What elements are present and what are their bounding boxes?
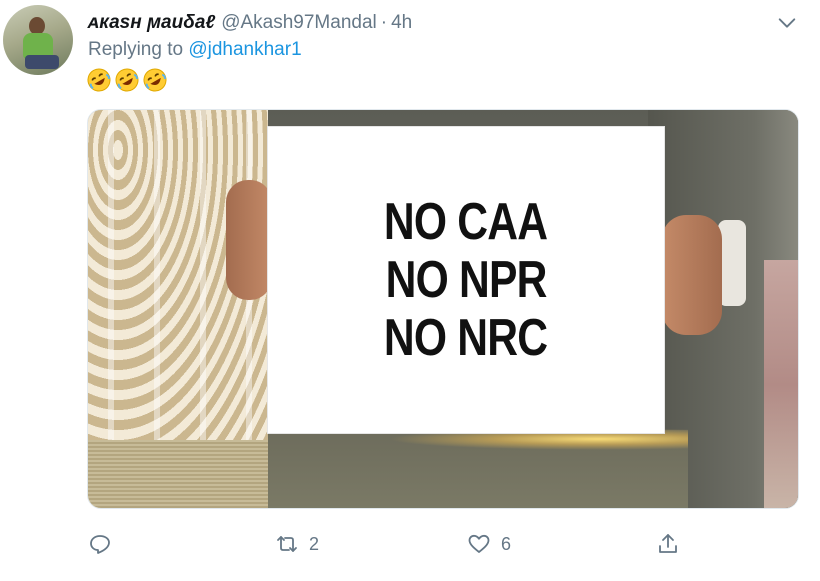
reply-icon — [90, 535, 110, 554]
placard: NO CAA NO NPR NO NRC — [268, 127, 664, 433]
reply-button[interactable] — [88, 526, 112, 562]
placard-line: NO NRC — [384, 309, 548, 367]
retweet-count: 2 — [309, 533, 320, 554]
heart-icon — [468, 534, 490, 553]
rolling-laughing-emoji-icon — [87, 68, 111, 92]
like-button[interactable]: 6 — [467, 526, 511, 562]
like-count: 6 — [501, 533, 512, 554]
tweet-text — [86, 67, 168, 93]
retweet-button[interactable]: 2 — [275, 526, 319, 562]
avatar[interactable] — [3, 5, 73, 75]
chevron-down-icon[interactable] — [776, 12, 798, 34]
tweet-header: ᴀкаѕн ϻаиδаℓ @Akash97Mandal · 4h — [88, 10, 412, 36]
share-button[interactable] — [656, 526, 680, 562]
rolling-laughing-emoji-icon — [143, 68, 167, 92]
placard-line: NO NPR — [385, 251, 548, 309]
user-handle[interactable]: @Akash97Mandal — [221, 12, 377, 34]
placard-line: NO CAA — [384, 193, 548, 251]
reply-mention-link[interactable]: @jdhankhar1 — [188, 39, 301, 60]
tweet-image[interactable]: NO CAA NO NPR NO NRC — [87, 109, 799, 509]
tweet[interactable]: ᴀкаѕн ϻаиδаℓ @Akash97Mandal · 4h Replyin… — [0, 0, 820, 581]
image-cloth-right — [764, 260, 798, 508]
avatar-legs — [25, 55, 59, 69]
replying-to: Replying to @jdhankhar1 — [88, 39, 302, 61]
separator-dot: · — [380, 12, 388, 33]
image-shirt-cuff — [718, 220, 746, 306]
rolling-laughing-emoji-icon — [115, 68, 139, 92]
replying-to-label: Replying to — [88, 39, 184, 60]
timestamp[interactable]: 4h — [391, 12, 412, 34]
image-right-hand — [662, 215, 722, 335]
tweet-actions: 2 6 — [0, 526, 820, 562]
share-icon — [659, 534, 677, 553]
retweet-icon — [277, 536, 297, 552]
display-name[interactable]: ᴀкаѕн ϻаиδаℓ — [88, 12, 215, 34]
image-left-hand — [226, 180, 272, 300]
